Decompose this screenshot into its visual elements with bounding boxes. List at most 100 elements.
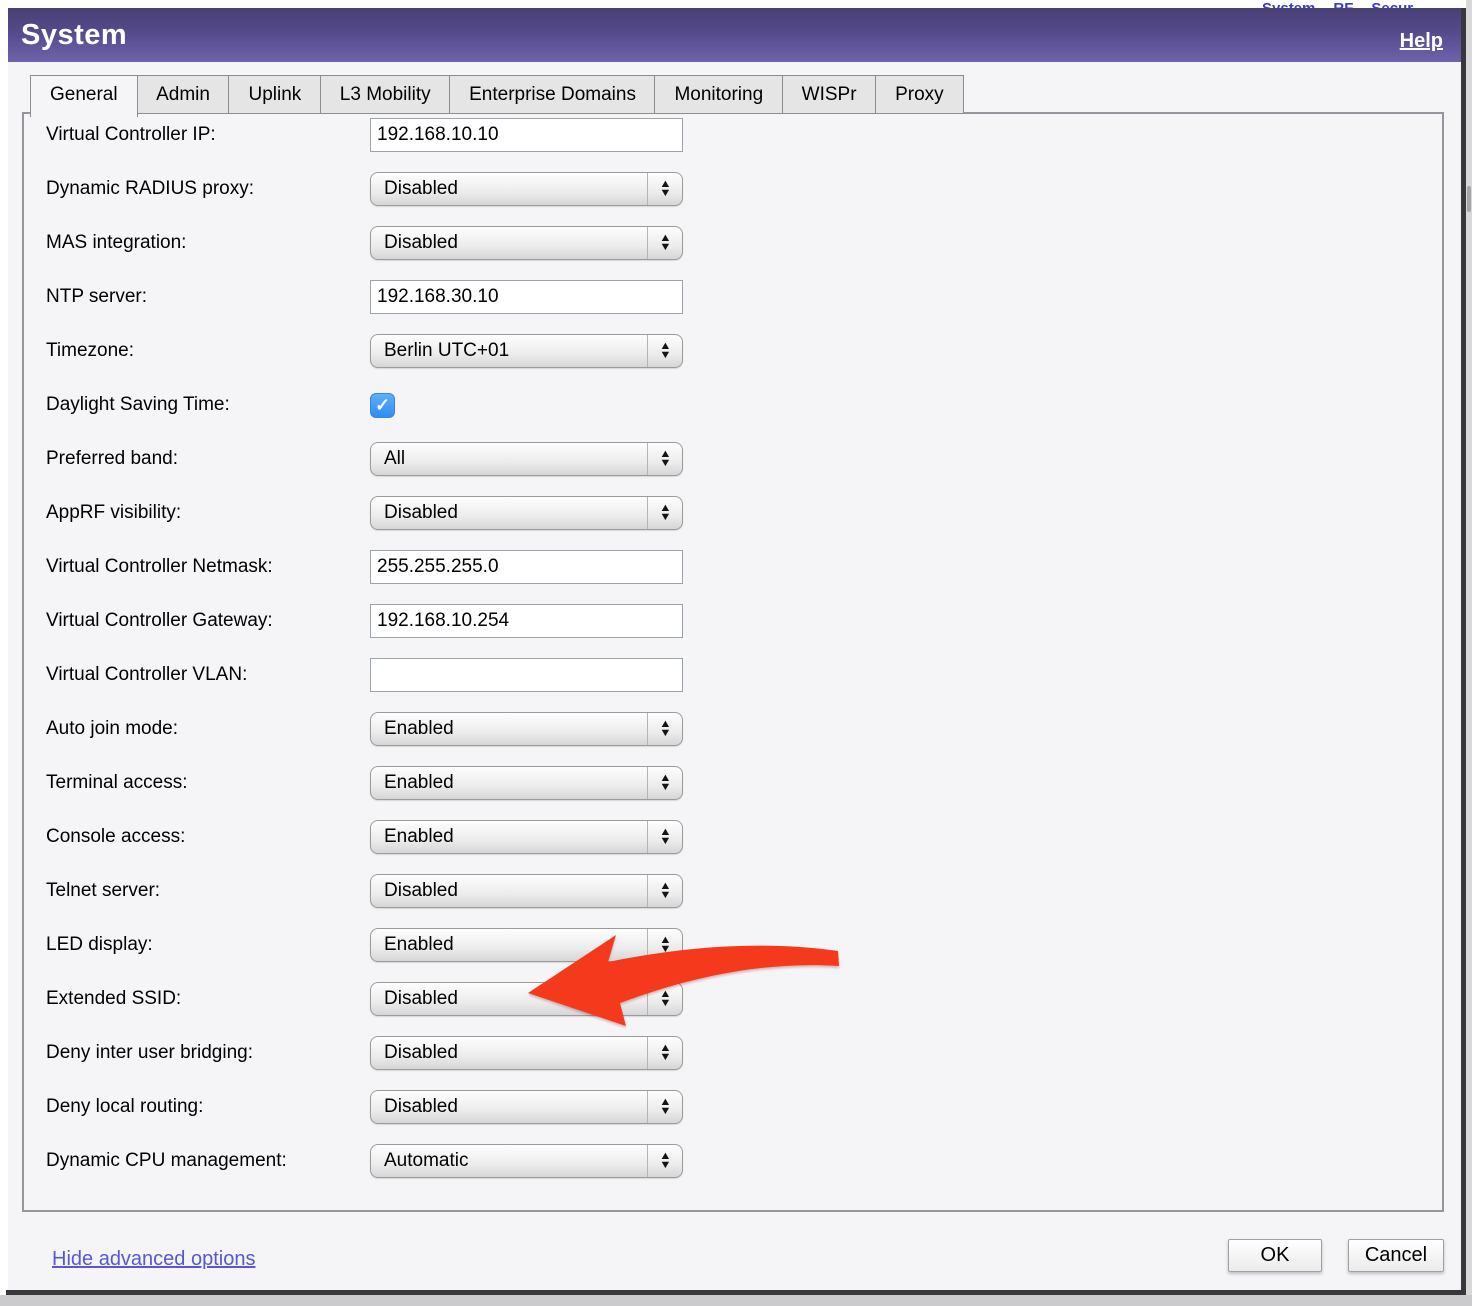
input-virtual-controller-ip[interactable] [370, 118, 683, 152]
field-label: Virtual Controller Netmask: [46, 556, 370, 578]
tab-monitoring[interactable]: Monitoring [654, 75, 783, 114]
field-label: Preferred band: [46, 448, 370, 470]
select-stepper-arrows-icon: ▲▼ [647, 443, 682, 475]
tab-enterprise-domains[interactable]: Enterprise Domains [449, 75, 656, 114]
select-value: Berlin UTC+01 [371, 340, 647, 362]
select-stepper-arrows-icon: ▲▼ [647, 713, 682, 745]
select-stepper-arrows-icon: ▲▼ [647, 227, 682, 259]
form-row-dynamic-cpu-management: Dynamic CPU management:Automatic▲▼ [24, 1134, 1442, 1188]
form-row-mas-integration: MAS integration:Disabled▲▼ [24, 216, 1442, 270]
field-label: Console access: [46, 826, 370, 848]
help-link[interactable]: Help [1400, 30, 1443, 53]
field-label: Deny local routing: [46, 1096, 370, 1118]
select-value: Disabled [371, 880, 647, 902]
form-row-deny-inter-user-bridging: Deny inter user bridging:Disabled▲▼ [24, 1026, 1442, 1080]
select-stepper-arrows-icon: ▲▼ [647, 335, 682, 367]
field-label: NTP server: [46, 286, 370, 308]
select-terminal-access[interactable]: Enabled▲▼ [370, 766, 683, 800]
select-value: Enabled [371, 718, 647, 740]
select-stepper-arrows-icon: ▲▼ [647, 821, 682, 853]
select-deny-local-routing[interactable]: Disabled▲▼ [370, 1090, 683, 1124]
field-label: Virtual Controller VLAN: [46, 664, 370, 686]
dialog-header: System Help [8, 8, 1461, 62]
select-auto-join-mode[interactable]: Enabled▲▼ [370, 712, 683, 746]
select-value: Automatic [371, 1150, 647, 1172]
select-stepper-arrows-icon: ▲▼ [647, 173, 682, 205]
tab-l3-mobility[interactable]: L3 Mobility [320, 75, 451, 114]
cancel-button[interactable]: Cancel [1348, 1239, 1444, 1272]
select-deny-inter-user-bridging[interactable]: Disabled▲▼ [370, 1036, 683, 1070]
select-value: Disabled [371, 988, 647, 1010]
tab-admin[interactable]: Admin [136, 75, 230, 114]
form-row-timezone: Timezone:Berlin UTC+01▲▼ [24, 324, 1442, 378]
select-value: Disabled [371, 178, 647, 200]
form-row-console-access: Console access:Enabled▲▼ [24, 810, 1442, 864]
form-row-virtual-controller-ip: Virtual Controller IP: [24, 112, 1442, 162]
form-row-apprf-visibility: AppRF visibility:Disabled▲▼ [24, 486, 1442, 540]
select-stepper-arrows-icon: ▲▼ [647, 767, 682, 799]
select-stepper-arrows-icon: ▲▼ [647, 497, 682, 529]
background-link-fragment: RF [1333, 0, 1353, 8]
ok-button[interactable]: OK [1228, 1239, 1322, 1272]
select-value: Enabled [371, 934, 647, 956]
input-virtual-controller-gateway[interactable] [370, 604, 683, 638]
tab-general[interactable]: General [30, 75, 138, 117]
select-value: All [371, 448, 647, 470]
select-value: Disabled [371, 232, 647, 254]
select-stepper-arrows-icon: ▲▼ [647, 875, 682, 907]
form-row-daylight-saving-time: Daylight Saving Time:✓ [24, 378, 1442, 432]
form-row-telnet-server: Telnet server:Disabled▲▼ [24, 864, 1442, 918]
form-row-terminal-access: Terminal access:Enabled▲▼ [24, 756, 1442, 810]
input-virtual-controller-vlan[interactable] [370, 658, 683, 692]
field-label: Daylight Saving Time: [46, 394, 370, 416]
select-value: Disabled [371, 1042, 647, 1064]
select-value: Disabled [371, 502, 647, 524]
select-stepper-arrows-icon: ▲▼ [647, 1091, 682, 1123]
select-console-access[interactable]: Enabled▲▼ [370, 820, 683, 854]
form-row-led-display: LED display:Enabled▲▼ [24, 918, 1442, 972]
system-dialog: System Help GeneralAdminUplinkL3 Mobilit… [8, 8, 1461, 1295]
select-dynamic-cpu-management[interactable]: Automatic▲▼ [370, 1144, 683, 1178]
tab-wispr[interactable]: WISPr [782, 75, 877, 114]
field-label: Dynamic RADIUS proxy: [46, 178, 370, 200]
select-preferred-band[interactable]: All▲▼ [370, 442, 683, 476]
field-label: Timezone: [46, 340, 370, 362]
form-row-extended-ssid: Extended SSID:Disabled▲▼ [24, 972, 1442, 1026]
select-mas-integration[interactable]: Disabled▲▼ [370, 226, 683, 260]
background-clipped-links: SystemRFSecur [1262, 0, 1462, 8]
scrollbar-thumb[interactable] [1467, 186, 1471, 212]
field-label: Auto join mode: [46, 718, 370, 740]
select-stepper-arrows-icon: ▲▼ [647, 929, 682, 961]
hide-advanced-options-link[interactable]: Hide advanced options [52, 1248, 255, 1271]
select-extended-ssid[interactable]: Disabled▲▼ [370, 982, 683, 1016]
form-row-virtual-controller-vlan: Virtual Controller VLAN: [24, 648, 1442, 702]
form-row-preferred-band: Preferred band:All▲▼ [24, 432, 1442, 486]
select-led-display[interactable]: Enabled▲▼ [370, 928, 683, 962]
tab-proxy[interactable]: Proxy [875, 75, 964, 114]
checkbox-daylight-saving-time[interactable]: ✓ [370, 393, 395, 418]
field-label: Telnet server: [46, 880, 370, 902]
field-label: MAS integration: [46, 232, 370, 254]
form-rows: Virtual Controller IP:Dynamic RADIUS pro… [24, 112, 1442, 1188]
input-ntp-server[interactable] [370, 280, 683, 314]
form-row-virtual-controller-netmask: Virtual Controller Netmask: [24, 540, 1442, 594]
field-label: LED display: [46, 934, 370, 956]
field-label: Dynamic CPU management: [46, 1150, 370, 1172]
select-dynamic-radius-proxy[interactable]: Disabled▲▼ [370, 172, 683, 206]
field-label: Virtual Controller Gateway: [46, 610, 370, 632]
tab-uplink[interactable]: Uplink [228, 75, 321, 114]
form-row-deny-local-routing: Deny local routing:Disabled▲▼ [24, 1080, 1442, 1134]
input-virtual-controller-netmask[interactable] [370, 550, 683, 584]
background-link-fragment: Secur [1371, 0, 1413, 8]
select-stepper-arrows-icon: ▲▼ [647, 983, 682, 1015]
screen: System RF Secur System Help GeneralAdminUp… [0, 0, 1472, 1306]
field-label: Extended SSID: [46, 988, 370, 1010]
field-label: AppRF visibility: [46, 502, 370, 524]
form-row-dynamic-radius-proxy: Dynamic RADIUS proxy:Disabled▲▼ [24, 162, 1442, 216]
tab-bar: GeneralAdminUplinkL3 MobilityEnterprise … [30, 75, 962, 117]
field-label: Terminal access: [46, 772, 370, 794]
select-telnet-server[interactable]: Disabled▲▼ [370, 874, 683, 908]
select-timezone[interactable]: Berlin UTC+01▲▼ [370, 334, 683, 368]
page-title: System [21, 19, 127, 52]
select-apprf-visibility[interactable]: Disabled▲▼ [370, 496, 683, 530]
